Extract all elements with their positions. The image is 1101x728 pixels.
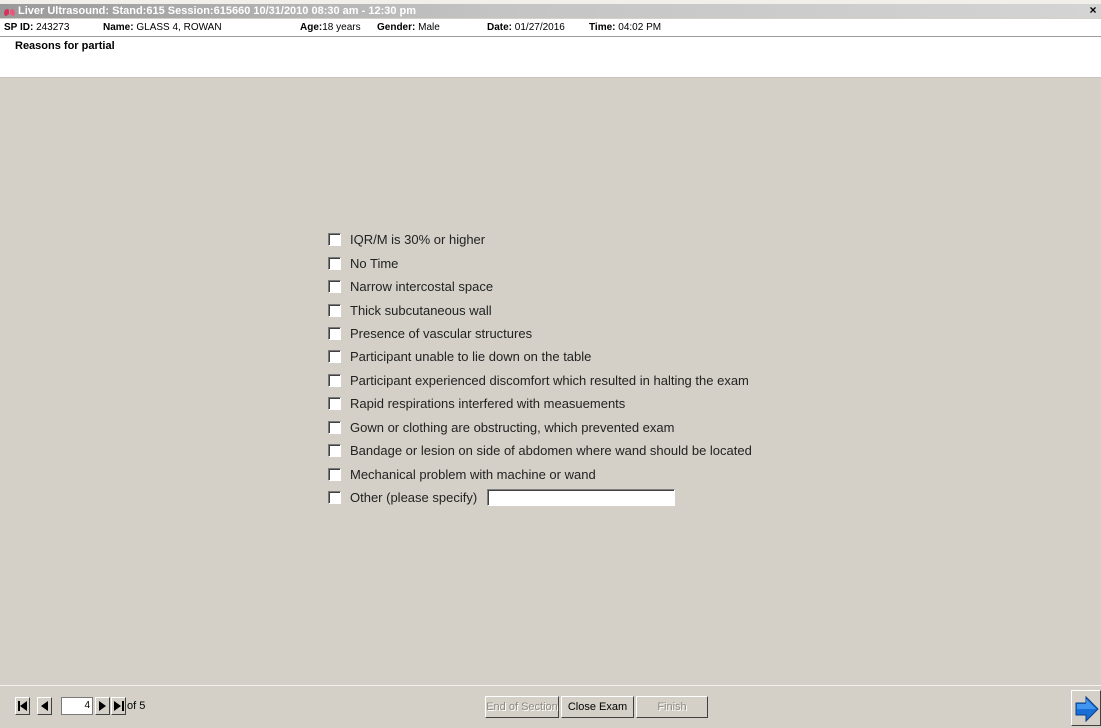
first-page-button[interactable] xyxy=(15,697,30,715)
reason-checkbox[interactable] xyxy=(328,491,341,505)
sp-id-label: SP ID: xyxy=(4,22,34,33)
age-info: Age:18 years xyxy=(300,19,361,36)
reason-label: Bandage or lesion on side of abdomen whe… xyxy=(350,443,752,459)
reason-label: Mechanical problem with machine or wand xyxy=(350,466,596,482)
reason-label: Presence of vascular structures xyxy=(350,325,533,341)
reason-item-other[interactable]: Other (please specify) xyxy=(328,486,752,509)
name-label: Name: xyxy=(103,22,134,33)
age-value: 18 years xyxy=(322,22,361,33)
last-page-button[interactable] xyxy=(111,697,126,715)
name-info: Name: GLASS 4, ROWAN xyxy=(103,19,222,36)
close-exam-button[interactable]: Close Exam xyxy=(561,696,634,718)
title-bar: Liver Ultrasound: Stand:615 Session:6156… xyxy=(0,4,1101,18)
participant-info-bar: SP ID: 243273 Name: GLASS 4, ROWAN Age:1… xyxy=(0,19,1101,37)
time-value: 04:02 PM xyxy=(618,22,662,33)
page-number-field[interactable]: 4 xyxy=(61,697,93,715)
reason-label: Other (please specify) xyxy=(350,490,478,506)
reason-checkbox[interactable] xyxy=(328,303,341,317)
reason-item[interactable]: Rapid respirations interfered with measu… xyxy=(328,392,752,415)
reason-label: IQR/M is 30% or higher xyxy=(350,232,486,248)
reason-item[interactable]: IQR/M is 30% or higher xyxy=(328,228,752,251)
reason-checkbox[interactable] xyxy=(328,373,341,387)
reason-item[interactable]: No Time xyxy=(328,251,752,274)
reason-label: Participant unable to lie down on the ta… xyxy=(350,349,592,365)
reason-item[interactable]: Mechanical problem with machine or wand xyxy=(328,462,752,485)
sp-id-info: SP ID: 243273 xyxy=(4,19,69,36)
date-label: Date: xyxy=(487,22,513,33)
name-value: GLASS 4, ROWAN xyxy=(136,22,222,33)
lungs-icon xyxy=(4,6,15,16)
gender-info: Gender: Male xyxy=(377,19,440,36)
next-page-icon xyxy=(99,701,106,711)
reason-item[interactable]: Bandage or lesion on side of abdomen whe… xyxy=(328,439,752,462)
reasons-list: IQR/M is 30% or higher No Time Narrow in… xyxy=(328,228,752,509)
other-specify-input[interactable] xyxy=(487,489,676,507)
reason-checkbox[interactable] xyxy=(328,397,341,411)
reason-item[interactable]: Thick subcutaneous wall xyxy=(328,298,752,321)
reason-label: Narrow intercostal space xyxy=(350,279,494,295)
reason-label: Gown or clothing are obstructing, which … xyxy=(350,419,675,435)
sp-id-value: 243273 xyxy=(36,22,70,33)
finish-button[interactable]: Finish xyxy=(636,696,708,718)
reason-label: Thick subcutaneous wall xyxy=(350,302,492,318)
reason-checkbox[interactable] xyxy=(328,280,341,294)
section-header: Reasons for partial xyxy=(0,37,1101,78)
gender-label: Gender: xyxy=(377,22,416,33)
close-icon[interactable]: × xyxy=(1087,4,1099,17)
reason-item[interactable]: Presence of vascular structures xyxy=(328,322,752,345)
next-page-button[interactable] xyxy=(95,697,110,715)
reason-item[interactable]: Narrow intercostal space xyxy=(328,275,752,298)
main-panel: IQR/M is 30% or higher No Time Narrow in… xyxy=(0,78,1101,686)
next-section-button[interactable] xyxy=(1071,690,1101,726)
reason-item[interactable]: Participant unable to lie down on the ta… xyxy=(328,345,752,368)
age-label: Age: xyxy=(300,22,323,33)
navigation-bar: 4 of 5 End of Section Close Exam Finish xyxy=(0,690,1101,728)
last-page-icon xyxy=(114,701,124,711)
reason-checkbox[interactable] xyxy=(328,256,341,270)
gender-value: Male xyxy=(418,22,440,33)
section-title: Reasons for partial xyxy=(15,40,115,52)
reason-checkbox[interactable] xyxy=(328,444,341,458)
date-value: 01/27/2016 xyxy=(514,22,565,33)
reason-checkbox[interactable] xyxy=(328,467,341,481)
window-title: Liver Ultrasound: Stand:615 Session:6156… xyxy=(18,5,417,17)
bottom-separator xyxy=(0,685,1101,686)
next-arrow-icon xyxy=(1075,695,1099,723)
reason-checkbox[interactable] xyxy=(328,326,341,340)
time-label: Time: xyxy=(589,22,616,33)
reason-item[interactable]: Participant experienced discomfort which… xyxy=(328,369,752,392)
date-info: Date: 01/27/2016 xyxy=(487,19,565,36)
time-info: Time: 04:02 PM xyxy=(589,19,661,36)
reason-checkbox[interactable] xyxy=(328,233,341,247)
reason-label: Rapid respirations interfered with measu… xyxy=(350,396,626,412)
reason-checkbox[interactable] xyxy=(328,420,341,434)
end-of-section-button[interactable]: End of Section xyxy=(485,696,559,718)
reason-item[interactable]: Gown or clothing are obstructing, which … xyxy=(328,416,752,439)
previous-page-button[interactable] xyxy=(37,697,52,715)
first-page-icon xyxy=(18,701,27,711)
previous-page-icon xyxy=(41,701,48,711)
reason-label: Participant experienced discomfort which… xyxy=(350,372,749,388)
reason-checkbox[interactable] xyxy=(328,350,341,364)
page-count-label: of 5 xyxy=(127,700,146,712)
reason-label: No Time xyxy=(350,255,399,271)
